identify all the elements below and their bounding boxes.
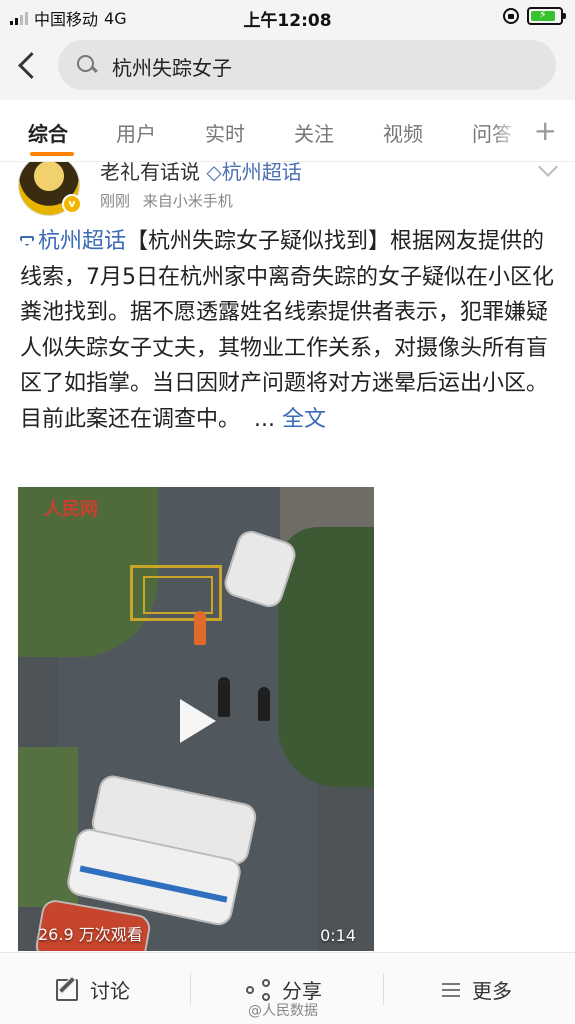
status-bar: 中国移动 4G 上午12:08 [0, 0, 575, 32]
back-button[interactable] [14, 50, 42, 82]
author-line: 老礼有话说 ◇杭州超话 [100, 162, 302, 185]
search-header: 杭州失踪女子 [0, 32, 575, 100]
divider [383, 973, 384, 1005]
rotation-lock-icon [503, 8, 519, 24]
post-source: 来自小米手机 [142, 192, 233, 210]
share-icon [246, 978, 270, 1001]
author-topic-link[interactable]: 杭州超话 [222, 162, 302, 184]
discuss-button[interactable]: 讨论 [56, 975, 130, 1004]
active-tab-indicator [30, 152, 74, 156]
tab-comprehensive[interactable]: 综合 [28, 118, 68, 147]
search-query-text: 杭州失踪女子 [112, 56, 232, 80]
tab-qa[interactable]: 问答 [472, 118, 522, 147]
more-label: 更多 [472, 979, 512, 1003]
battery-icon [527, 7, 566, 25]
chevron-down-icon[interactable] [538, 162, 558, 177]
search-tabs: 综合 用户 实时 关注 视频 问答 + [0, 100, 575, 162]
discuss-label: 讨论 [90, 979, 130, 1003]
video-views: 26.9 万次观看 [38, 925, 143, 944]
status-time: 上午12:08 [243, 11, 332, 31]
bottom-action-bar: 讨论 分享 更多 @人民数据 [0, 952, 575, 1024]
post-body: 杭州超话【杭州失踪女子疑似找到】根据网友提供的线索，7月5日在杭州家中离奇失踪的… [20, 224, 560, 437]
video-frame-marking [130, 565, 222, 621]
video-frame-person [218, 677, 230, 717]
super-topic-icon: ◇ [206, 162, 222, 184]
divider [190, 973, 191, 1005]
search-icon [76, 54, 98, 76]
video-player[interactable]: 人民网 26.9 万次观看 0:14 [18, 487, 374, 951]
source-logo: 人民网 [44, 499, 98, 520]
status-right [503, 7, 566, 25]
verified-badge-icon: v [62, 194, 82, 214]
tab-realtime[interactable]: 实时 [205, 118, 245, 147]
battery-fill [531, 8, 555, 21]
video-frame-person [258, 687, 270, 721]
ellipsis: ... [254, 406, 275, 432]
edit-icon [56, 978, 78, 1001]
tab-video[interactable]: 视频 [383, 118, 423, 147]
author-name[interactable]: 老礼有话说 [100, 162, 200, 184]
more-button[interactable]: 更多 [442, 975, 512, 1004]
post-time: 刚刚 [100, 192, 131, 210]
play-icon[interactable] [180, 699, 216, 743]
post-card: v 老礼有话说 ◇杭州超话 刚刚 来自小米手机 杭州超话【杭州失踪女子疑似找到】… [0, 162, 575, 952]
full-text-link[interactable]: 全文 [282, 407, 326, 432]
add-tab-icon[interactable]: + [534, 114, 557, 147]
watermark: @人民数据 [248, 1003, 318, 1019]
super-topic-icon [20, 236, 34, 246]
more-icon [442, 982, 460, 997]
tab-users[interactable]: 用户 [116, 118, 156, 147]
post-body-text: 【杭州失踪女子疑似找到】根据网友提供的线索，7月5日在杭州家中离奇失踪的女子疑似… [20, 229, 554, 432]
search-input[interactable]: 杭州失踪女子 [58, 40, 556, 90]
topic-link[interactable]: 杭州超话 [38, 229, 126, 254]
tab-following[interactable]: 关注 [294, 118, 334, 147]
video-duration: 0:14 [320, 926, 356, 945]
post-meta: 刚刚 来自小米手机 [100, 190, 233, 211]
video-frame-person [194, 611, 206, 645]
